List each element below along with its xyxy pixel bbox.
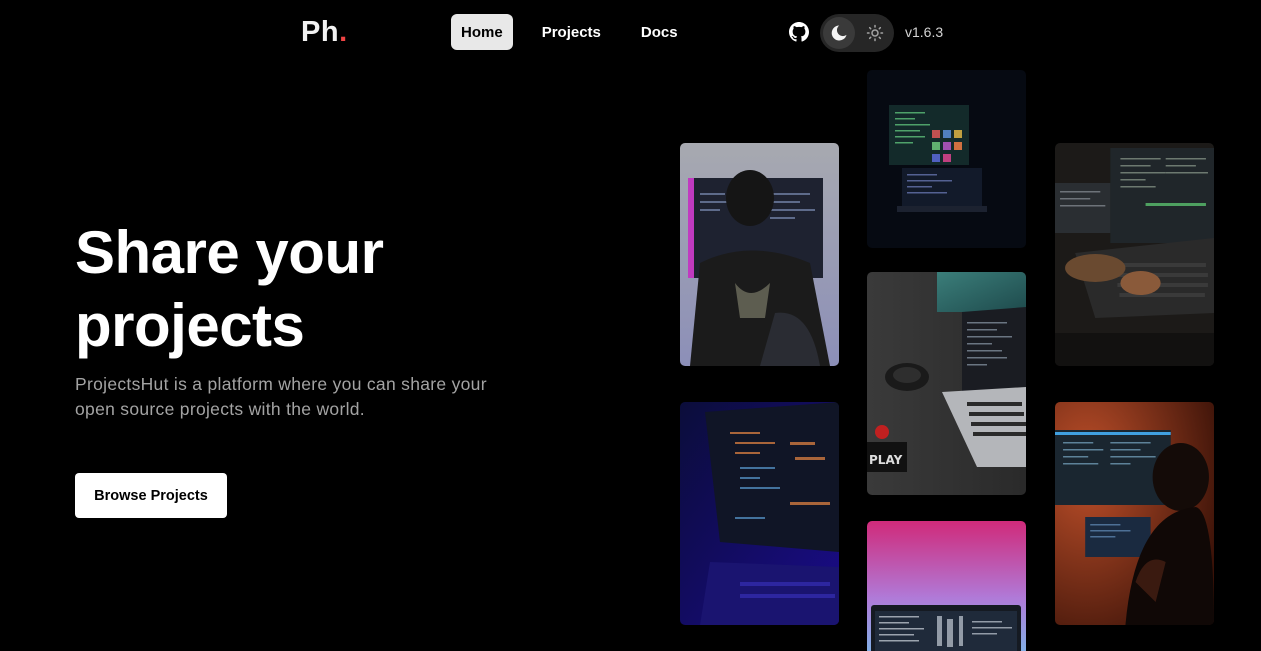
main-nav: Home Projects Docs — [451, 14, 697, 50]
logo[interactable]: Ph. — [301, 14, 348, 50]
gallery-image-person-at-monitor — [680, 143, 839, 366]
nav-docs[interactable]: Docs — [631, 14, 688, 50]
svg-text:PLAY: PLAY — [869, 453, 903, 467]
logo-text: Ph — [301, 16, 340, 48]
gallery-image-dual-screen-dark — [867, 70, 1026, 248]
hero-title-line2: projects — [75, 292, 305, 359]
version-label: v1.6.3 — [905, 24, 944, 40]
github-icon[interactable] — [789, 22, 809, 42]
sun-icon[interactable] — [865, 23, 885, 43]
gallery-image-hands-on-keyboard — [1055, 143, 1214, 366]
gallery-image-laptop-blue-light — [680, 402, 839, 625]
nav-projects[interactable]: Projects — [532, 14, 611, 50]
hero-title: Share your projects — [75, 216, 595, 362]
gallery-image-laptop-desk: PLAY — [867, 272, 1026, 495]
logo-dot: . — [339, 16, 348, 48]
hero-subtitle: ProjectsHut is a platform where you can … — [75, 374, 487, 419]
gallery-image-laptop-gradient — [867, 521, 1026, 651]
nav-home[interactable]: Home — [451, 14, 513, 50]
browse-projects-button[interactable]: Browse Projects — [75, 473, 227, 518]
moon-icon[interactable] — [823, 17, 855, 49]
gallery-image-coder-orange-room — [1055, 402, 1214, 625]
theme-toggle[interactable] — [820, 14, 894, 52]
hero-title-line1: Share your — [75, 219, 384, 286]
